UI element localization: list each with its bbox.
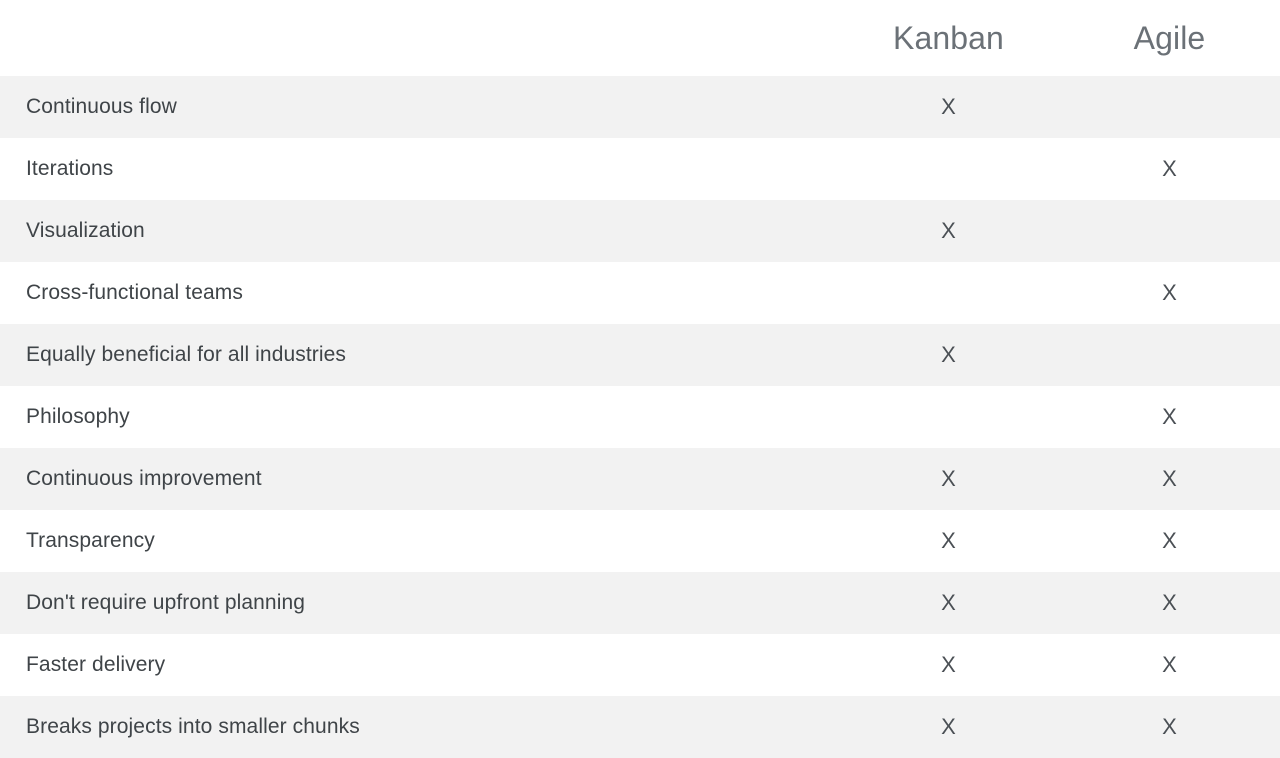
cell-kanban bbox=[838, 386, 1059, 448]
cell-agile bbox=[1059, 324, 1280, 386]
cell-agile: X bbox=[1059, 696, 1280, 758]
check-mark-icon: X bbox=[1162, 404, 1177, 429]
cell-kanban: X bbox=[838, 324, 1059, 386]
table-row: Continuous flow X bbox=[0, 76, 1280, 138]
check-mark-icon: X bbox=[941, 652, 956, 677]
comparison-table: Kanban Agile Continuous flow X Iterations X… bbox=[0, 0, 1280, 758]
cell-kanban bbox=[838, 138, 1059, 200]
check-mark-icon: X bbox=[1162, 652, 1177, 677]
check-mark-icon: X bbox=[941, 528, 956, 553]
table-row: Continuous improvement X X bbox=[0, 448, 1280, 510]
table-row: Equally beneficial for all industries X bbox=[0, 324, 1280, 386]
cell-agile bbox=[1059, 200, 1280, 262]
table-row: Faster delivery X X bbox=[0, 634, 1280, 696]
table-body: Continuous flow X Iterations X Visualization… bbox=[0, 76, 1280, 758]
row-label: Breaks projects into smaller chunks bbox=[26, 715, 360, 739]
cell-agile: X bbox=[1059, 138, 1280, 200]
row-label: Equally beneficial for all industries bbox=[26, 343, 347, 367]
check-mark-icon: X bbox=[941, 590, 956, 615]
cell-kanban: X bbox=[838, 696, 1059, 758]
table-row: Iterations X bbox=[0, 138, 1280, 200]
cell-kanban: X bbox=[838, 200, 1059, 262]
check-mark-icon: X bbox=[1162, 528, 1177, 553]
cell-agile: X bbox=[1059, 386, 1280, 448]
row-label: Visualization bbox=[26, 219, 145, 243]
cell-agile: X bbox=[1059, 262, 1280, 324]
cell-kanban: X bbox=[838, 634, 1059, 696]
cell-agile: X bbox=[1059, 634, 1280, 696]
row-label: Cross-functional teams bbox=[26, 281, 243, 305]
table-row: Visualization X bbox=[0, 200, 1280, 262]
table-row: Transparency X X bbox=[0, 510, 1280, 572]
check-mark-icon: X bbox=[1162, 714, 1177, 739]
row-label: Transparency bbox=[26, 529, 155, 553]
cell-agile: X bbox=[1059, 510, 1280, 572]
check-mark-icon: X bbox=[941, 342, 956, 367]
cell-kanban bbox=[838, 262, 1059, 324]
cell-kanban: X bbox=[838, 572, 1059, 634]
cell-kanban: X bbox=[838, 76, 1059, 138]
check-mark-icon: X bbox=[1162, 466, 1177, 491]
row-label: Don't require upfront planning bbox=[26, 591, 306, 615]
check-mark-icon: X bbox=[1162, 156, 1177, 181]
row-label: Philosophy bbox=[26, 405, 130, 429]
row-label: Continuous flow bbox=[26, 95, 177, 119]
table-row: Don't require upfront planning X X bbox=[0, 572, 1280, 634]
check-mark-icon: X bbox=[941, 466, 956, 491]
cell-kanban: X bbox=[838, 510, 1059, 572]
check-mark-icon: X bbox=[1162, 280, 1177, 305]
table-row: Cross-functional teams X bbox=[0, 262, 1280, 324]
table-row: Philosophy X bbox=[0, 386, 1280, 448]
table-row: Breaks projects into smaller chunks X X bbox=[0, 696, 1280, 758]
cell-agile: X bbox=[1059, 572, 1280, 634]
cell-agile bbox=[1059, 76, 1280, 138]
row-label: Iterations bbox=[26, 157, 114, 181]
cell-kanban: X bbox=[838, 448, 1059, 510]
column-header-agile: Agile bbox=[1133, 20, 1206, 56]
check-mark-icon: X bbox=[941, 94, 956, 119]
check-mark-icon: X bbox=[941, 218, 956, 243]
check-mark-icon: X bbox=[941, 714, 956, 739]
row-label: Continuous improvement bbox=[26, 467, 262, 491]
cell-agile: X bbox=[1059, 448, 1280, 510]
column-header-kanban: Kanban bbox=[893, 20, 1004, 56]
table-header-row: Kanban Agile bbox=[0, 0, 1280, 76]
check-mark-icon: X bbox=[1162, 590, 1177, 615]
row-label: Faster delivery bbox=[26, 653, 166, 677]
